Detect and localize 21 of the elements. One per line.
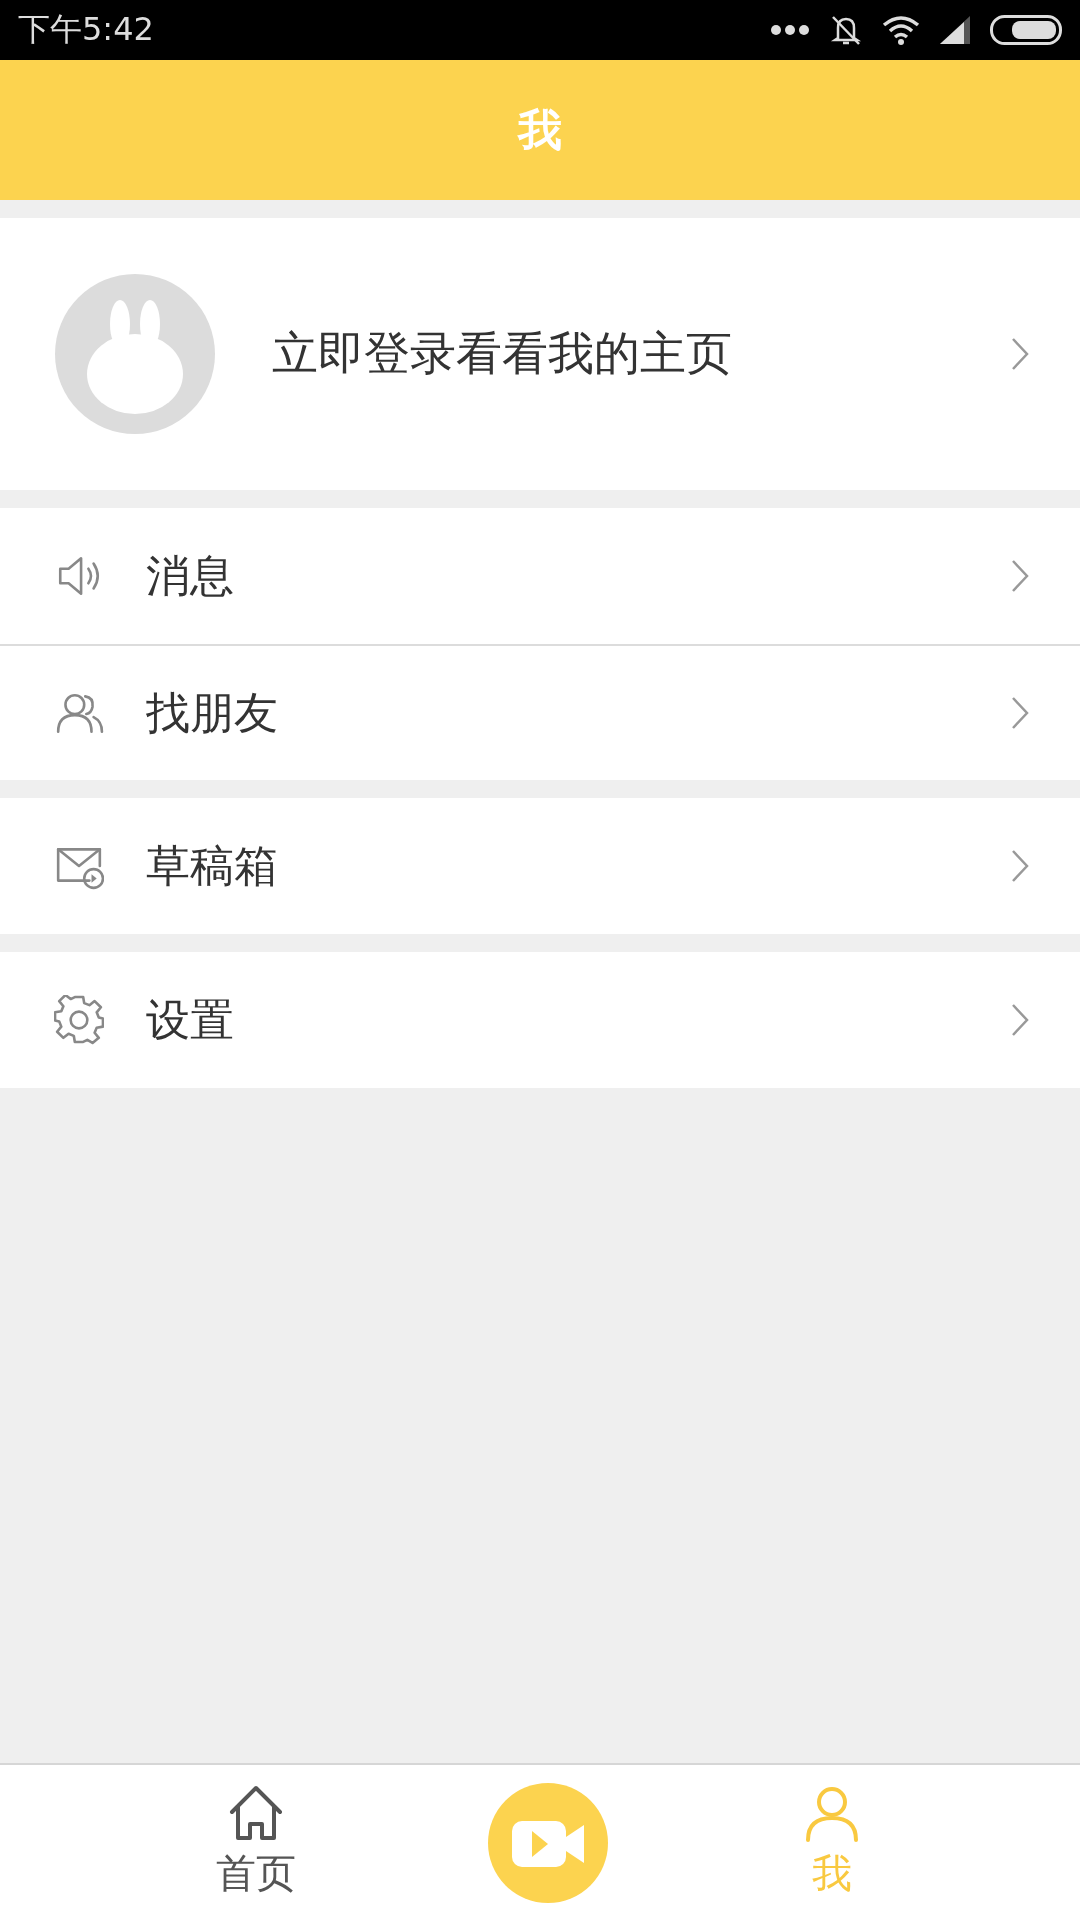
chevron-right-icon	[1010, 336, 1030, 372]
chevron-right-icon	[1010, 558, 1030, 594]
menu-item[interactable]: 消息	[0, 508, 1080, 644]
more-dots-icon	[770, 24, 810, 36]
chevron-right-icon	[1010, 848, 1030, 884]
avatar-icon	[55, 274, 215, 434]
signal-icon	[938, 16, 972, 44]
record-button[interactable]	[488, 1782, 608, 1903]
status-time: 下午5:42	[18, 9, 154, 50]
login-row[interactable]: 立即登录看看我的主页	[0, 218, 1080, 490]
login-prompt: 立即登录看看我的主页	[272, 325, 733, 382]
wifi-icon	[882, 15, 920, 45]
gear-icon	[54, 995, 104, 1045]
video-camera-icon	[488, 1782, 608, 1903]
chevron-right-icon	[1010, 695, 1030, 731]
menu-item[interactable]: 草稿箱	[0, 798, 1080, 934]
chevron-right-icon	[1010, 1002, 1030, 1038]
page-title: 我	[518, 102, 562, 157]
battery-icon	[990, 15, 1062, 45]
menu-item[interactable]: 设置	[0, 952, 1080, 1088]
tab[interactable]: 首页	[216, 1784, 296, 1901]
